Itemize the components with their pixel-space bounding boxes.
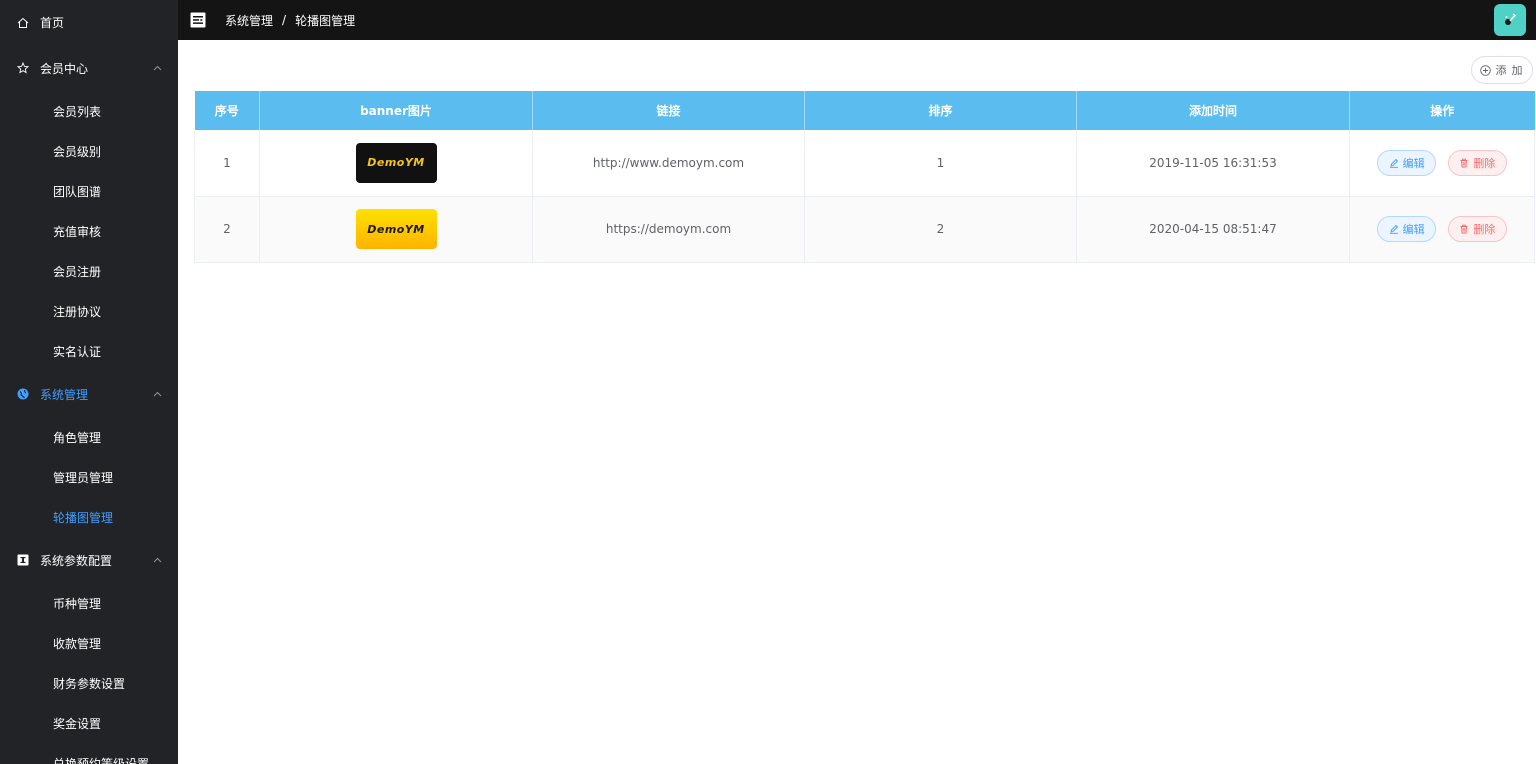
sidebar-item-label: 管理员管理 xyxy=(53,470,114,485)
chevron-up-icon xyxy=(152,389,162,399)
cell-actions: 编辑 删除 xyxy=(1349,196,1535,263)
delete-button[interactable]: 删除 xyxy=(1447,216,1507,242)
chevron-up-icon xyxy=(152,555,162,565)
sidebar-item-label: 系统参数配置 xyxy=(40,553,113,568)
edit-icon xyxy=(1389,158,1399,168)
edit-button[interactable]: 编辑 xyxy=(1377,216,1437,242)
sidebar-item-role-management[interactable]: 角色管理 xyxy=(0,417,178,457)
sidebar-item-label: 首页 xyxy=(40,16,65,30)
sidebar-item-label: 奖金设置 xyxy=(53,716,102,731)
avatar[interactable] xyxy=(1494,4,1526,36)
sidebar-item-label: 角色管理 xyxy=(53,430,102,445)
sidebar-item-label: 币种管理 xyxy=(53,596,102,611)
edit-button-label: 编辑 xyxy=(1402,223,1425,236)
column-header-index: 序号 xyxy=(194,91,260,130)
breadcrumb-current: 轮播图管理 xyxy=(295,13,356,28)
sidebar-item-member-level[interactable]: 会员级别 xyxy=(0,131,178,171)
add-button[interactable]: 添 加 xyxy=(1471,56,1533,84)
info-box-icon xyxy=(16,553,30,567)
edit-button[interactable]: 编辑 xyxy=(1377,149,1437,176)
sidebar-item-label: 兑换预约等级设置 xyxy=(53,756,150,764)
edit-icon xyxy=(1389,224,1399,234)
sidebar: 首页 会员中心 会员列表 会员级别 团队图谱 充值审核 会员注册 注册协议 实名… xyxy=(0,0,178,764)
cell-banner: DemoYM xyxy=(259,196,533,263)
chevron-up-icon xyxy=(152,63,162,73)
sidebar-item-payment-management[interactable]: 收款管理 xyxy=(0,623,178,663)
cell-actions: 编辑 删除 xyxy=(1349,130,1535,197)
banner-logo-text: DemoYM xyxy=(367,156,425,170)
banner-thumbnail: DemoYM xyxy=(355,209,437,249)
column-header-actions: 操作 xyxy=(1349,91,1535,130)
column-header-sort: 排序 xyxy=(804,91,1077,130)
menu-toggle-icon[interactable] xyxy=(189,11,207,29)
star-icon xyxy=(16,61,30,75)
sidebar-item-label: 会员中心 xyxy=(40,61,89,76)
banner-logo-text: DemoYM xyxy=(367,222,425,236)
trash-icon xyxy=(1459,158,1469,168)
edit-button-label: 编辑 xyxy=(1402,156,1425,170)
sidebar-item-label: 充值审核 xyxy=(53,224,102,239)
table-row: 1 DemoYM http://www.demoym.com 1 2019-11… xyxy=(194,130,1535,197)
sidebar-item-label: 团队图谱 xyxy=(53,184,102,199)
user-avatar-icon xyxy=(1505,13,1517,25)
column-header-time: 添加时间 xyxy=(1076,91,1350,130)
banner-thumbnail: DemoYM xyxy=(355,142,437,183)
sidebar-item-label: 系统管理 xyxy=(40,387,89,402)
sidebar-item-label: 实名认证 xyxy=(53,344,102,359)
sidebar-item-member-list[interactable]: 会员列表 xyxy=(0,91,178,131)
sidebar-item-label: 会员注册 xyxy=(53,264,102,279)
add-button-label: 添 加 xyxy=(1495,65,1524,77)
trash-icon xyxy=(1459,224,1469,234)
delete-button-label: 删除 xyxy=(1473,156,1496,170)
plus-circle-icon xyxy=(1480,64,1492,76)
sidebar-item-label: 注册协议 xyxy=(53,304,102,319)
sidebar-item-label: 会员级别 xyxy=(53,144,102,159)
banner-table: 序号 banner图片 链接 排序 添加时间 操作 1 DemoYM http:… xyxy=(194,91,1535,263)
cell-time: 2020-04-15 08:51:47 xyxy=(1076,196,1350,263)
cell-time: 2019-11-05 16:31:53 xyxy=(1076,130,1350,197)
cell-sort: 1 xyxy=(804,130,1077,197)
sidebar-item-finance-params[interactable]: 财务参数设置 xyxy=(0,663,178,703)
sidebar-item-member-register[interactable]: 会员注册 xyxy=(0,251,178,291)
cell-index: 2 xyxy=(194,196,260,263)
table-header-row: 序号 banner图片 链接 排序 添加时间 操作 xyxy=(194,91,1535,130)
sidebar-item-label: 收款管理 xyxy=(53,636,102,651)
breadcrumb-item[interactable]: 系统管理 xyxy=(225,12,273,29)
sidebar-item-banner-management[interactable]: 轮播图管理 xyxy=(0,497,178,537)
table-row: 2 DemoYM https://demoym.com 2 2020-04-15… xyxy=(194,196,1535,263)
sidebar-item-home[interactable]: 首页 xyxy=(0,0,178,45)
cell-sort: 2 xyxy=(804,196,1077,263)
home-icon xyxy=(16,16,30,30)
delete-button-label: 删除 xyxy=(1473,223,1496,236)
cell-link: https://demoym.com xyxy=(532,196,805,263)
sidebar-item-team-graph[interactable]: 团队图谱 xyxy=(0,171,178,211)
column-header-banner: banner图片 xyxy=(259,91,533,130)
delete-button[interactable]: 删除 xyxy=(1447,149,1507,176)
cell-index: 1 xyxy=(194,130,260,197)
top-header: 系统管理 / 轮播图管理 xyxy=(178,0,1536,40)
sidebar-item-system-management[interactable]: 系统管理 xyxy=(0,371,178,417)
cell-link: http://www.demoym.com xyxy=(532,130,805,197)
cell-banner: DemoYM xyxy=(259,130,533,197)
sidebar-item-register-agreement[interactable]: 注册协议 xyxy=(0,291,178,331)
sidebar-item-label: 轮播图管理 xyxy=(53,510,114,525)
sidebar-item-admin-management[interactable]: 管理员管理 xyxy=(0,457,178,497)
sidebar-item-bonus-settings[interactable]: 奖金设置 xyxy=(0,703,178,743)
sidebar-item-label: 财务参数设置 xyxy=(53,676,126,691)
sidebar-item-label: 会员列表 xyxy=(53,104,102,119)
sidebar-item-exchange-level[interactable]: 兑换预约等级设置 xyxy=(0,743,178,764)
sidebar-item-member-center[interactable]: 会员中心 xyxy=(0,45,178,91)
column-header-link: 链接 xyxy=(532,91,805,130)
sidebar-item-recharge-review[interactable]: 充值审核 xyxy=(0,211,178,251)
breadcrumb-separator: / xyxy=(282,13,287,27)
sidebar-item-system-params[interactable]: 系统参数配置 xyxy=(0,537,178,583)
sidebar-item-real-name[interactable]: 实名认证 xyxy=(0,331,178,371)
sidebar-item-currency-management[interactable]: 币种管理 xyxy=(0,583,178,623)
globe-icon xyxy=(16,387,30,401)
main-content: 添 加 序号 banner图片 链接 排序 添加时间 操作 1 DemoYM h… xyxy=(178,40,1536,764)
